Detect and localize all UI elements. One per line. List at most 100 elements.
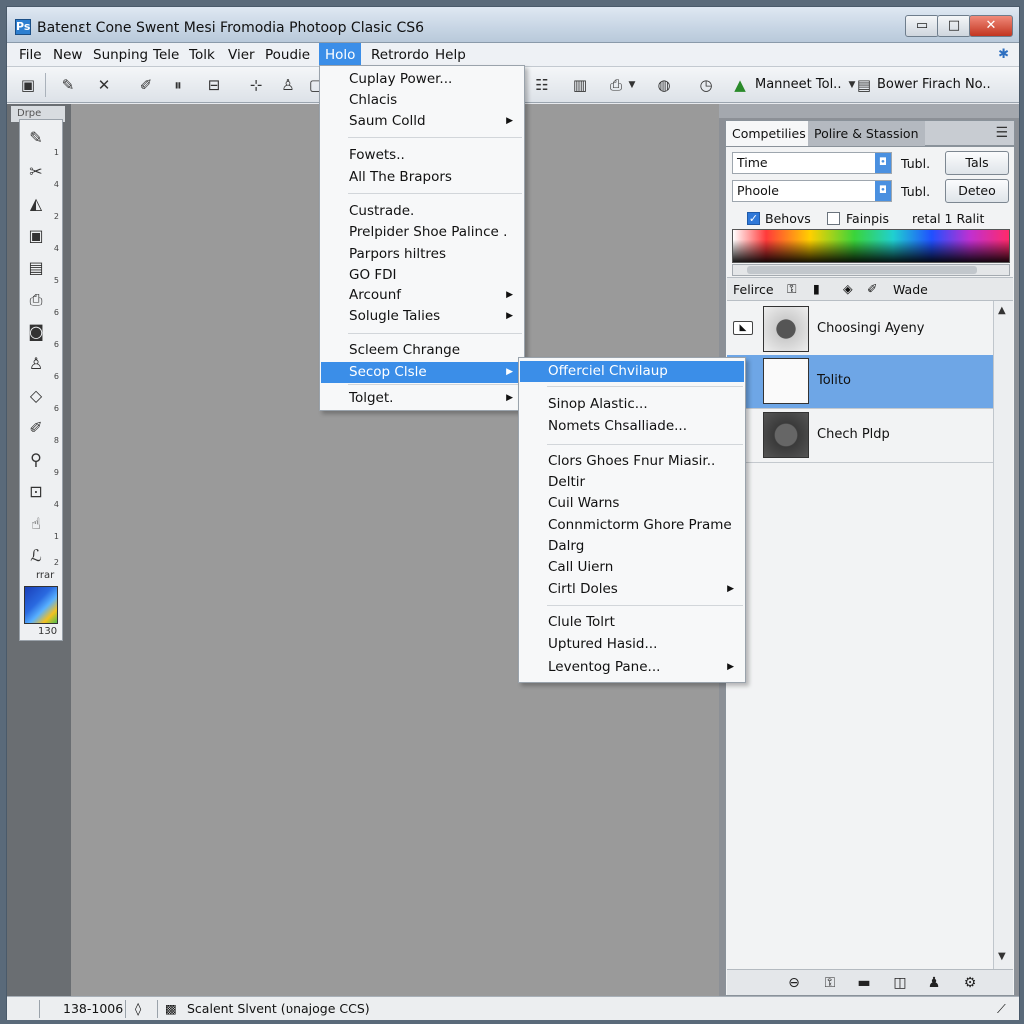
menu-item[interactable]: Custrade. [321, 201, 523, 222]
lock-icon[interactable]: ⚿ [821, 974, 839, 992]
time-field[interactable]: Time ◘ [732, 152, 892, 174]
person-icon[interactable]: ♟ [925, 974, 943, 992]
menu-item[interactable]: Arcounf ▶ [321, 285, 523, 306]
menu-item[interactable]: Solugle Talies ▶ [321, 306, 523, 327]
tag-icon[interactable]: ◈ [843, 281, 853, 296]
menu-file[interactable]: File [13, 43, 48, 67]
triangle-icon[interactable]: ▲ [729, 74, 751, 96]
tab-polire-stassion[interactable]: Polire & Stassion [808, 121, 925, 146]
menu-new[interactable]: New [47, 43, 88, 67]
menu-item[interactable]: Cuil Warns [520, 493, 744, 514]
menu-item[interactable]: Sinop Alastic... [520, 394, 744, 415]
menu-retrordo[interactable]: Retrordo [365, 43, 435, 67]
menu-item[interactable]: Cuplay Power... [321, 69, 523, 90]
menu-item[interactable]: Fowets.. [321, 145, 523, 166]
menu-tolk[interactable]: Tolk [183, 43, 221, 67]
lock-icon[interactable]: ⚿ [787, 281, 797, 297]
menu-sunping[interactable]: Sunping [87, 43, 154, 67]
scroll-down-icon[interactable]: ▼ [998, 951, 1006, 962]
clock-icon[interactable]: ◷ [695, 74, 717, 96]
link-icon[interactable]: ▮ [813, 281, 820, 296]
nav-icon[interactable]: ◊ [129, 1000, 147, 1018]
gear-icon[interactable]: ⚙ [961, 974, 979, 992]
adjustment-icon[interactable]: ◫ [891, 974, 909, 992]
menu-item[interactable]: All The Brapors [321, 167, 523, 188]
menu-help[interactable]: Help [429, 43, 472, 67]
menu-item[interactable]: Parpors hiltres [321, 244, 523, 265]
menu-item[interactable]: Call Uiern [520, 557, 744, 578]
options-label-2[interactable]: Bower Firach No.. [877, 77, 991, 92]
menu-item[interactable]: Dalrg [520, 536, 744, 557]
link-layers-icon[interactable]: ⊖ [785, 974, 803, 992]
stamp-icon[interactable]: ♙ [24, 352, 48, 376]
resize-grip-icon[interactable]: ⟋ [991, 1000, 1012, 1018]
document-icon[interactable]: ▥ [569, 74, 591, 96]
fainpis-checkbox[interactable] [827, 212, 840, 225]
vertical-scrollbar[interactable]: ▲ ▼ [993, 301, 1013, 969]
brush-icon[interactable]: ✐ [867, 281, 877, 296]
deteo-button[interactable]: Deteo [945, 179, 1009, 203]
menu-poudie[interactable]: Poudie [259, 43, 316, 67]
layer-row[interactable]: ◣ Choosingi Ayeny [727, 303, 993, 357]
menu-item-highlighted[interactable]: Secop Clsle ▶ [321, 362, 523, 383]
menu-item[interactable]: Chlacis [321, 90, 523, 111]
chevron-down-icon[interactable]: ◘ [875, 153, 891, 173]
layer-row[interactable]: Tolito [727, 355, 993, 409]
menu-item[interactable]: Scleem Chrange [321, 340, 523, 361]
layer-row[interactable]: Chech Pldp [727, 409, 993, 463]
brush-icon[interactable]: ✎ [24, 126, 48, 150]
gradient-icon[interactable]: ◭ [24, 192, 48, 216]
globe-icon[interactable]: ◍ [653, 74, 675, 96]
eyedropper-icon[interactable]: ✐ [135, 74, 157, 96]
menu-holo[interactable]: Holo [319, 43, 362, 67]
panel-menu-icon[interactable]: ☰ [995, 125, 1008, 141]
chevron-down-icon[interactable]: ▼ [621, 74, 643, 96]
menu-item[interactable]: Tolget. ▶ [321, 388, 523, 409]
film-icon[interactable]: ▤ [853, 74, 875, 96]
scroll-thumb[interactable] [747, 266, 977, 274]
layout-icon[interactable]: ⊟ [203, 74, 225, 96]
cut-icon[interactable]: ✂ [24, 160, 48, 184]
eyedropper-icon[interactable]: ⚲ [24, 448, 48, 472]
options-label-1[interactable]: Manneet Tol.. [755, 77, 841, 92]
marquee-icon[interactable]: ▤ [24, 256, 48, 280]
tab-competilies[interactable]: Competilies [726, 121, 813, 146]
print-icon[interactable]: ⎙ [24, 288, 48, 312]
menu-item[interactable]: Leventog Pane... ▶ [520, 657, 744, 678]
panel-grip[interactable] [719, 104, 1019, 118]
menu-item[interactable]: Uptured Hasid... [520, 634, 744, 655]
grid-icon[interactable]: ☷ [531, 74, 553, 96]
menu-item-highlighted[interactable]: Offerciel Chvilaup [520, 361, 744, 382]
close-button[interactable]: ✕ [969, 15, 1013, 37]
color-swatch-icon[interactable] [24, 586, 58, 624]
mask-icon[interactable]: ▬ [855, 974, 873, 992]
hand-icon[interactable]: ☝ [24, 512, 48, 536]
frame-icon[interactable]: ▣ [17, 74, 39, 96]
horizontal-scrollbar[interactable] [732, 264, 1010, 276]
menu-item[interactable]: Deltir [520, 472, 744, 493]
frame-icon[interactable]: ▣ [24, 224, 48, 248]
stamp-icon[interactable]: ♙ [277, 74, 299, 96]
pause-icon[interactable]: ⏸ [167, 74, 189, 96]
tals-button[interactable]: Tals [945, 151, 1009, 175]
menu-item[interactable]: Clule Tolrt [520, 612, 744, 633]
menu-item[interactable]: Prelpider Shoe Palince . [321, 222, 523, 243]
pin-icon[interactable]: ✱ [998, 47, 1009, 62]
menu-view[interactable]: Viеr [222, 43, 261, 67]
arrange-icon[interactable]: ▩ [159, 1000, 183, 1018]
lasso-icon[interactable]: ℒ [24, 544, 48, 568]
shape-icon[interactable]: ◇ [24, 384, 48, 408]
pen-icon[interactable]: ✐ [24, 416, 48, 440]
visibility-icon[interactable]: ◣ [733, 321, 753, 335]
menu-item[interactable]: Connmictorm Ghore Prame [520, 515, 744, 536]
menu-item[interactable]: Nomets Chsalliade... [520, 416, 744, 437]
minimize-button[interactable]: ▭ [905, 15, 939, 37]
mask-icon[interactable]: ◙ [24, 320, 48, 344]
menu-tele[interactable]: Tele [147, 43, 185, 67]
menu-item[interactable]: Saum Colld ▶ [321, 111, 523, 132]
pen-icon[interactable]: ✎ [57, 74, 79, 96]
menu-item[interactable]: Clors Ghoes Fnur Miasir.. [520, 451, 744, 472]
color-spectrum[interactable] [732, 229, 1010, 263]
menu-item[interactable]: GO FDI [321, 265, 523, 286]
chevron-down-icon[interactable]: ◘ [875, 181, 891, 201]
